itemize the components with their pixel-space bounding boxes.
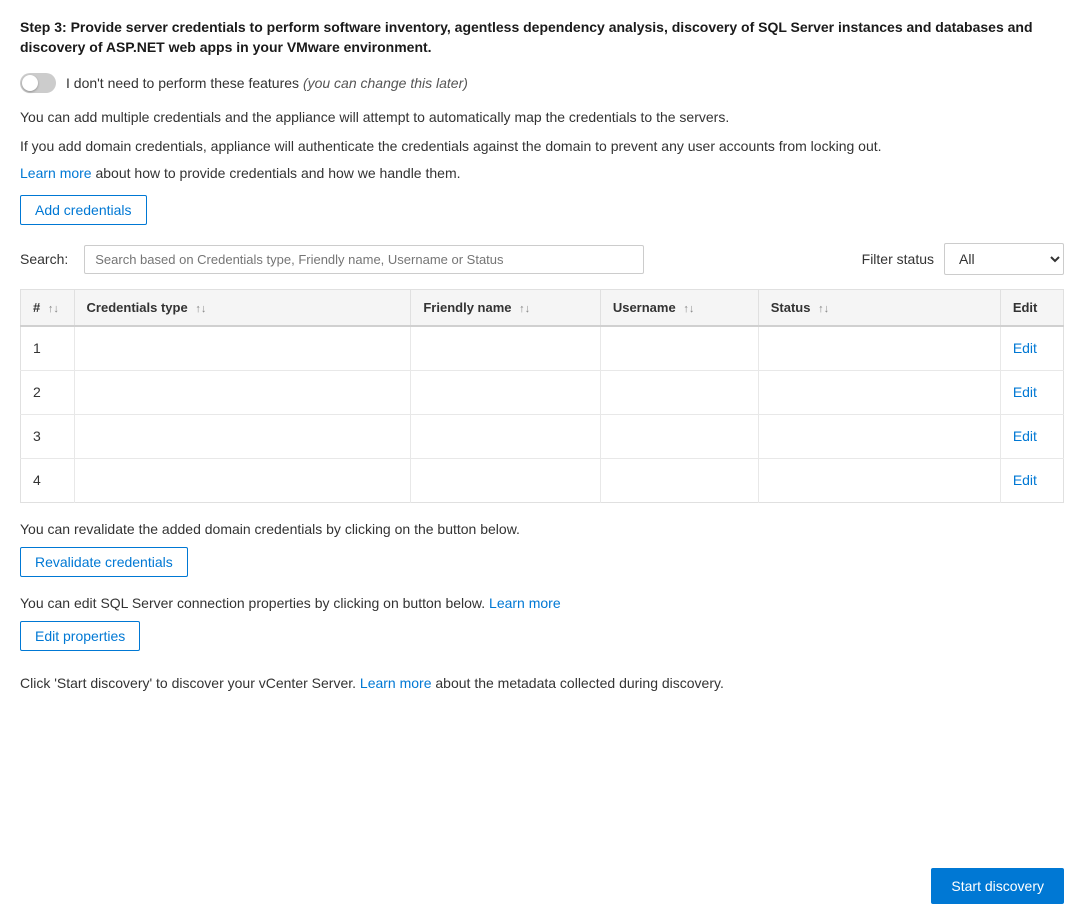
edit-properties-learn-more-link[interactable]: Learn more bbox=[489, 595, 561, 611]
revalidate-btn-row: Revalidate credentials bbox=[20, 547, 1064, 577]
sort-icon-status: ↑↓ bbox=[818, 303, 829, 315]
row-4-status bbox=[758, 458, 1000, 502]
col-header-status[interactable]: Status ↑↓ bbox=[758, 290, 1000, 327]
row-3-status bbox=[758, 414, 1000, 458]
search-input[interactable] bbox=[84, 245, 644, 274]
search-label: Search: bbox=[20, 251, 68, 267]
row-4-edit[interactable]: Edit bbox=[1000, 458, 1063, 502]
credentials-table: # ↑↓ Credentials type ↑↓ Friendly name ↑… bbox=[20, 289, 1064, 503]
row-3-num: 3 bbox=[21, 414, 75, 458]
add-credentials-row: Add credentials bbox=[20, 195, 1064, 225]
table-row: 2 Edit bbox=[21, 370, 1064, 414]
revalidate-credentials-button[interactable]: Revalidate credentials bbox=[20, 547, 188, 577]
col-header-cred-type[interactable]: Credentials type ↑↓ bbox=[74, 290, 411, 327]
col-header-edit: Edit bbox=[1000, 290, 1063, 327]
sort-icon-friendly-name: ↑↓ bbox=[519, 303, 530, 315]
toggle-switch[interactable] bbox=[20, 73, 56, 93]
sort-icon-num: ↑↓ bbox=[48, 303, 59, 315]
info-line-1: You can add multiple credentials and the… bbox=[20, 107, 1064, 128]
search-filter-row: Search: Filter status All Valid Invalid … bbox=[20, 243, 1064, 275]
row-4-cred-type bbox=[74, 458, 411, 502]
filter-status-group: Filter status All Valid Invalid Pending bbox=[862, 243, 1064, 275]
add-credentials-button[interactable]: Add credentials bbox=[20, 195, 147, 225]
row-2-cred-type bbox=[74, 370, 411, 414]
step-heading: Step 3: Provide server credentials to pe… bbox=[20, 18, 1064, 57]
row-3-cred-type bbox=[74, 414, 411, 458]
info-line-2: If you add domain credentials, appliance… bbox=[20, 136, 1064, 157]
row-1-friendly-name bbox=[411, 326, 600, 370]
col-header-friendly-name[interactable]: Friendly name ↑↓ bbox=[411, 290, 600, 327]
table-row: 3 Edit bbox=[21, 414, 1064, 458]
table-row: 1 Edit bbox=[21, 326, 1064, 370]
row-1-edit[interactable]: Edit bbox=[1000, 326, 1063, 370]
col-header-username[interactable]: Username ↑↓ bbox=[600, 290, 758, 327]
table-row: 4 Edit bbox=[21, 458, 1064, 502]
edit-properties-btn-row: Edit properties bbox=[20, 621, 1064, 651]
table-header-row: # ↑↓ Credentials type ↑↓ Friendly name ↑… bbox=[21, 290, 1064, 327]
row-4-num: 4 bbox=[21, 458, 75, 502]
revalidate-text: You can revalidate the added domain cred… bbox=[20, 521, 1064, 537]
bottom-bar: Start discovery bbox=[911, 852, 1084, 920]
sort-icon-cred-type: ↑↓ bbox=[195, 303, 206, 315]
row-1-username bbox=[600, 326, 758, 370]
row-4-username bbox=[600, 458, 758, 502]
start-discovery-button[interactable]: Start discovery bbox=[931, 868, 1064, 904]
row-1-num: 1 bbox=[21, 326, 75, 370]
revalidate-row: You can revalidate the added domain cred… bbox=[20, 521, 1064, 537]
start-discovery-text: Click 'Start discovery' to discover your… bbox=[20, 673, 1064, 694]
learn-more-credentials-row: Learn more about how to provide credenti… bbox=[20, 165, 1064, 181]
start-discovery-learn-more-link[interactable]: Learn more bbox=[360, 675, 432, 691]
filter-status-label: Filter status bbox=[862, 251, 934, 267]
row-3-friendly-name bbox=[411, 414, 600, 458]
row-1-cred-type bbox=[74, 326, 411, 370]
edit-properties-button[interactable]: Edit properties bbox=[20, 621, 140, 651]
row-2-edit[interactable]: Edit bbox=[1000, 370, 1063, 414]
row-2-friendly-name bbox=[411, 370, 600, 414]
row-2-status bbox=[758, 370, 1000, 414]
row-4-friendly-name bbox=[411, 458, 600, 502]
col-header-num[interactable]: # ↑↓ bbox=[21, 290, 75, 327]
row-2-num: 2 bbox=[21, 370, 75, 414]
edit-properties-text: You can edit SQL Server connection prope… bbox=[20, 595, 1064, 611]
row-3-edit[interactable]: Edit bbox=[1000, 414, 1063, 458]
learn-more-credentials-link[interactable]: Learn more bbox=[20, 165, 92, 181]
sort-icon-username: ↑↓ bbox=[683, 303, 694, 315]
row-3-username bbox=[600, 414, 758, 458]
row-1-status bbox=[758, 326, 1000, 370]
toggle-label: I don't need to perform these features (… bbox=[66, 75, 468, 91]
row-2-username bbox=[600, 370, 758, 414]
toggle-row: I don't need to perform these features (… bbox=[20, 73, 1064, 93]
filter-status-select[interactable]: All Valid Invalid Pending bbox=[944, 243, 1064, 275]
